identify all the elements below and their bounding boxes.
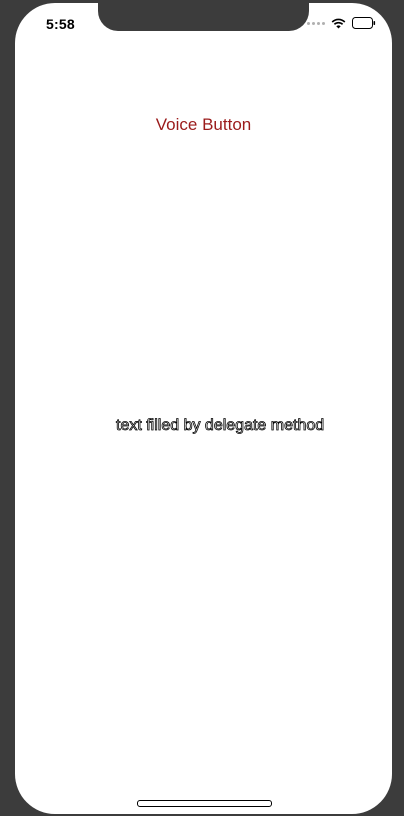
- cellular-signal-icon: [307, 21, 325, 25]
- status-time: 5:58: [46, 16, 75, 32]
- device-frame: 5:58 Voice Button text filled by delegat…: [0, 0, 404, 816]
- status-indicators: [307, 17, 376, 29]
- wifi-icon: [331, 18, 346, 29]
- home-indicator[interactable]: [137, 800, 272, 807]
- voice-button[interactable]: Voice Button: [15, 115, 392, 135]
- battery-icon: [352, 17, 376, 29]
- result-text-label: text filled by delegate method: [116, 417, 325, 435]
- app-screen: 5:58 Voice Button text filled by delegat…: [15, 3, 392, 814]
- device-notch: [98, 3, 309, 31]
